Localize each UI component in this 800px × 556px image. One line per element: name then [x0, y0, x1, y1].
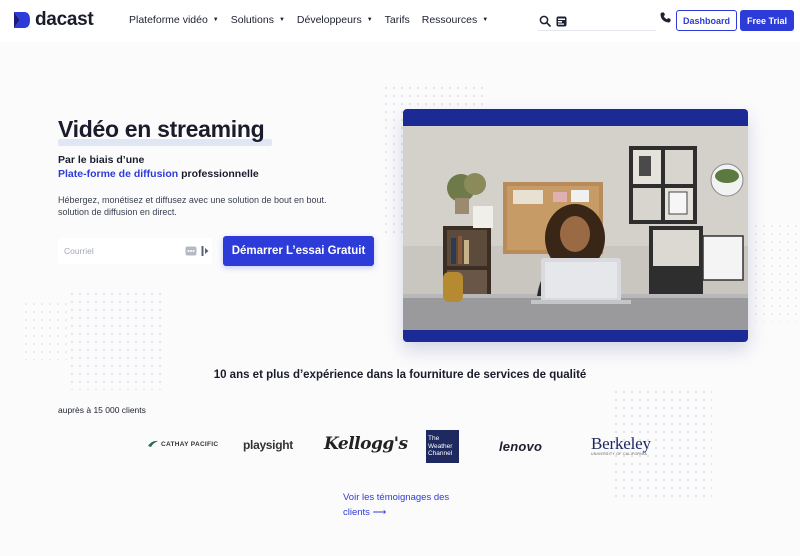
- autofill-icon[interactable]: [201, 245, 209, 257]
- berkeley-wordmark: Berkeley: [591, 434, 651, 453]
- hero-description: Hébergez, monétisez et diffusez avec une…: [58, 195, 327, 217]
- dacast-logo-icon: [14, 12, 30, 28]
- dot-pattern-left-warm: [22, 300, 67, 360]
- main-nav: Plateforme vidéo ▼ Solutions ▼ Développe…: [129, 14, 488, 26]
- client-logos: CATHAY PACIFIC playsight Kellogg's The W…: [148, 428, 651, 468]
- page-title: Vidéo en streaming: [58, 116, 265, 142]
- playsight-logo: playsight: [243, 438, 293, 452]
- subtitle-rest: professionnelle: [178, 168, 259, 180]
- nav-ressources[interactable]: Ressources ▼: [422, 14, 488, 26]
- email-field-container: [58, 238, 212, 264]
- nav-label: Ressources: [421, 14, 478, 26]
- dashboard-button[interactable]: Dashboard: [676, 10, 737, 31]
- hero-video[interactable]: [403, 109, 748, 342]
- subtitle-highlight: Plate-forme de diffusion: [58, 168, 179, 180]
- nav-label: Tarifs: [384, 14, 410, 26]
- caret-down-icon: ▼: [278, 17, 285, 23]
- kelloggs-logo: Kellogg's: [324, 434, 408, 454]
- video-frame-image: [403, 126, 748, 330]
- hero-subtitle-line2: Plate-forme de diffusion professionnelle: [58, 168, 259, 180]
- lang-icon[interactable]: [556, 16, 567, 27]
- phone-icon[interactable]: [660, 12, 671, 23]
- berkeley-logo: Berkeley UNIVERSITY OF CALIFORNIA: [591, 434, 651, 456]
- password-manager-icon[interactable]: [185, 245, 197, 257]
- cathay-pacific-logo: CATHAY PACIFIC: [148, 440, 218, 448]
- nav-label: Solutions: [230, 14, 274, 26]
- nav-label: Plateforme vidéo: [129, 14, 208, 26]
- nav-solutions[interactable]: Solutions ▼: [231, 14, 285, 26]
- nav-developpeurs[interactable]: Développeurs ▼: [297, 14, 373, 26]
- cathay-text: CATHAY PACIFIC: [161, 440, 219, 448]
- hero-subtitle-line1: Par le biais d’une: [58, 154, 145, 166]
- nav-tarifs[interactable]: Tarifs: [385, 14, 410, 26]
- lenovo-logo: lenovo: [499, 439, 543, 454]
- testimonials-link[interactable]: Voir les témoignages des clients ⟶: [343, 490, 453, 520]
- experience-heading: 10 ans et plus d’expérience dans la four…: [213, 369, 587, 381]
- search-icon[interactable]: [539, 15, 551, 27]
- berkeley-subtext: UNIVERSITY OF CALIFORNIA: [591, 452, 647, 456]
- nav-plateforme-video[interactable]: Plateforme vidéo ▼: [129, 14, 219, 26]
- caret-down-icon: ▼: [482, 17, 489, 23]
- site-header: dacast Plateforme vidéo ▼ Solutions ▼ Dé…: [0, 0, 800, 42]
- dot-pattern-right: [752, 222, 797, 322]
- caret-down-icon: ▼: [366, 17, 373, 23]
- email-field[interactable]: [64, 244, 174, 258]
- dacast-logo[interactable]: dacast: [12, 9, 94, 31]
- start-trial-button[interactable]: Démarrer L’essai Gratuit: [223, 236, 374, 266]
- brand-name: dacast: [35, 9, 94, 30]
- weather-channel-logo: The Weather Channel: [426, 430, 459, 463]
- cathay-brushwing-icon: [148, 440, 158, 447]
- free-trial-button[interactable]: Free Trial: [740, 10, 794, 31]
- caret-down-icon: ▼: [212, 17, 219, 23]
- search-field-underline: [538, 30, 656, 31]
- nav-label: Développeurs: [296, 14, 362, 26]
- clients-count: auprès à 15 000 clients: [58, 405, 146, 415]
